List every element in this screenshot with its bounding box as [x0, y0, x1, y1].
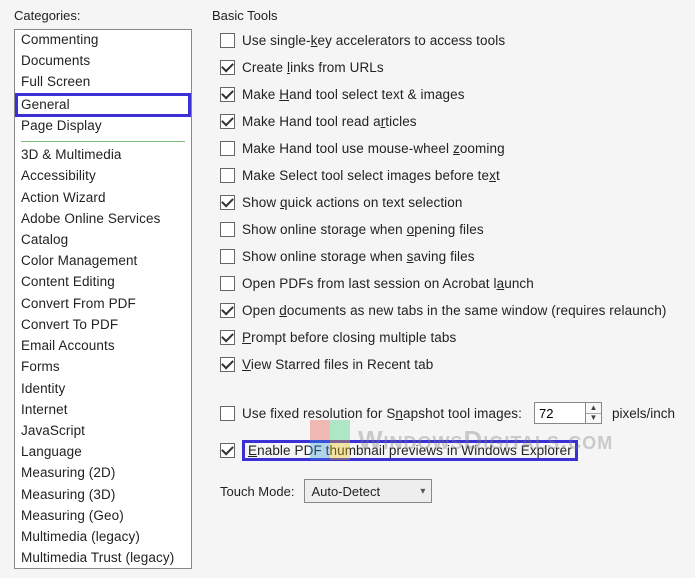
spinner-up-icon[interactable]: ▲	[586, 403, 601, 414]
option-label: View Starred files in Recent tab	[242, 357, 433, 372]
category-item[interactable]: Color Management	[15, 251, 191, 272]
chevron-down-icon: ▾	[420, 486, 425, 497]
snapshot-label: Use fixed resolution for Snapshot tool i…	[242, 406, 522, 421]
settings-column: Basic Tools Use single-key accelerators …	[192, 0, 695, 578]
category-item[interactable]: Content Editing	[15, 272, 191, 293]
option-checkbox[interactable]	[220, 195, 235, 210]
category-item[interactable]: Full Screen	[15, 72, 191, 93]
option-label: Open documents as new tabs in the same w…	[242, 303, 666, 318]
option-row: Show online storage when opening files	[220, 222, 695, 237]
enable-thumbnail-row: Enable PDF thumbnail previews in Windows…	[220, 440, 695, 461]
option-label: Create links from URLs	[242, 60, 384, 75]
category-item[interactable]: Multimedia Trust (legacy)	[15, 548, 191, 569]
option-label: Make Select tool select images before te…	[242, 168, 500, 183]
option-checkbox[interactable]	[220, 276, 235, 291]
category-item[interactable]: Multimedia (legacy)	[15, 527, 191, 548]
option-checkbox[interactable]	[220, 87, 235, 102]
category-item[interactable]: Measuring (2D)	[15, 463, 191, 484]
category-item[interactable]: Email Accounts	[15, 336, 191, 357]
category-item[interactable]: Page Display	[15, 116, 191, 137]
option-label: Use single-key accelerators to access to…	[242, 33, 505, 48]
enable-thumbnail-checkbox[interactable]	[220, 443, 235, 458]
option-label: Make Hand tool read articles	[242, 114, 417, 129]
category-item[interactable]: 3D & Multimedia	[15, 145, 191, 166]
option-checkbox[interactable]	[220, 330, 235, 345]
option-checkbox[interactable]	[220, 60, 235, 75]
option-checkbox[interactable]	[220, 303, 235, 318]
category-item[interactable]: JavaScript	[15, 421, 191, 442]
categories-listbox[interactable]: CommentingDocumentsFull ScreenGeneralPag…	[14, 29, 192, 569]
options-list: Use single-key accelerators to access to…	[212, 33, 695, 372]
option-label: Show online storage when saving files	[242, 249, 475, 264]
option-row: Make Select tool select images before te…	[220, 168, 695, 183]
option-checkbox[interactable]	[220, 168, 235, 183]
option-row: Open PDFs from last session on Acrobat l…	[220, 276, 695, 291]
category-item[interactable]: Measuring (Geo)	[15, 506, 191, 527]
option-row: Make Hand tool select text & images	[220, 87, 695, 102]
option-label: Make Hand tool select text & images	[242, 87, 465, 102]
option-row: View Starred files in Recent tab	[220, 357, 695, 372]
group-title: Basic Tools	[212, 8, 695, 23]
snapshot-checkbox[interactable]	[220, 406, 235, 421]
touch-mode-value: Auto-Detect	[311, 484, 380, 499]
categories-heading: Categories:	[14, 8, 192, 23]
option-label: Prompt before closing multiple tabs	[242, 330, 456, 345]
option-checkbox[interactable]	[220, 33, 235, 48]
touch-mode-select[interactable]: Auto-Detect ▾	[304, 479, 432, 503]
option-label: Show quick actions on text selection	[242, 195, 462, 210]
category-item[interactable]: Adobe Online Services	[15, 209, 191, 230]
categories-divider	[21, 141, 185, 142]
option-row: Make Hand tool use mouse-wheel zooming	[220, 141, 695, 156]
option-row: Create links from URLs	[220, 60, 695, 75]
enable-thumbnail-label: Enable PDF thumbnail previews in Windows…	[242, 440, 578, 461]
snapshot-value-input[interactable]	[534, 402, 586, 424]
option-row: Prompt before closing multiple tabs	[220, 330, 695, 345]
preferences-dialog-body: Categories: CommentingDocumentsFull Scre…	[0, 0, 695, 578]
option-checkbox[interactable]	[220, 222, 235, 237]
option-row: Use single-key accelerators to access to…	[220, 33, 695, 48]
option-label: Make Hand tool use mouse-wheel zooming	[242, 141, 505, 156]
option-label: Show online storage when opening files	[242, 222, 484, 237]
option-row: Make Hand tool read articles	[220, 114, 695, 129]
category-item[interactable]: Measuring (3D)	[15, 485, 191, 506]
category-item[interactable]: Language	[15, 442, 191, 463]
snapshot-resolution-row: Use fixed resolution for Snapshot tool i…	[220, 402, 695, 424]
category-item[interactable]: Catalog	[15, 230, 191, 251]
category-item[interactable]: Commenting	[15, 30, 191, 51]
category-item[interactable]: Accessibility	[15, 166, 191, 187]
categories-column: Categories: CommentingDocumentsFull Scre…	[0, 0, 192, 578]
option-row: Show online storage when saving files	[220, 249, 695, 264]
category-item[interactable]: Identity	[15, 379, 191, 400]
option-checkbox[interactable]	[220, 141, 235, 156]
option-label: Open PDFs from last session on Acrobat l…	[242, 276, 534, 291]
category-item[interactable]: Action Wizard	[15, 188, 191, 209]
touch-mode-label: Touch Mode:	[220, 484, 294, 499]
snapshot-unit: pixels/inch	[612, 406, 675, 421]
category-item[interactable]: General	[15, 93, 191, 117]
option-checkbox[interactable]	[220, 357, 235, 372]
option-checkbox[interactable]	[220, 114, 235, 129]
category-item[interactable]: Documents	[15, 51, 191, 72]
category-item[interactable]: Convert To PDF	[15, 315, 191, 336]
category-item[interactable]: Internet	[15, 400, 191, 421]
category-item[interactable]: Forms	[15, 357, 191, 378]
option-row: Show quick actions on text selection	[220, 195, 695, 210]
spinner-down-icon[interactable]: ▼	[586, 414, 601, 424]
option-checkbox[interactable]	[220, 249, 235, 264]
snapshot-spinner[interactable]: ▲ ▼	[586, 402, 602, 424]
touch-mode-row: Touch Mode: Auto-Detect ▾	[212, 479, 695, 503]
option-row: Open documents as new tabs in the same w…	[220, 303, 695, 318]
category-item[interactable]: Convert From PDF	[15, 294, 191, 315]
